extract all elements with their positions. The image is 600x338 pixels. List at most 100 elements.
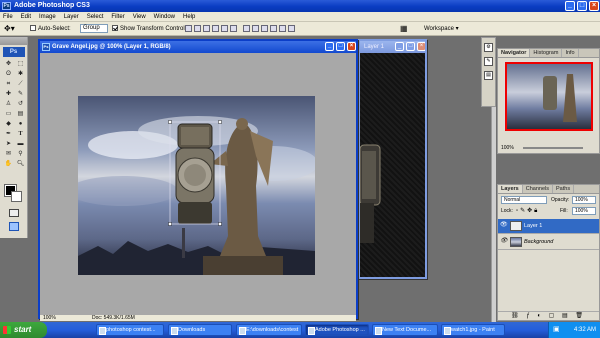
lock-icons[interactable]: ▫✎✥🔒︎ [516,207,539,215]
layers-panel-footer-buttons[interactable]: ⛓ ƒ ◐ ▢ ▤ 🗑︎ [498,311,599,320]
document-window-2[interactable]: Layer 1 _ □ × [358,39,427,279]
menu-filter[interactable]: Filter [111,14,124,20]
taskbar-item-notepad[interactable]: New Text Docume... [372,324,438,336]
clock[interactable]: 4:32 AM [574,327,596,333]
layer-row[interactable]: 👁︎ Background [498,235,599,250]
document-window[interactable]: Ps Grave Angel.jpg @ 100% (Layer 1, RGB/… [38,39,358,321]
document-size-info[interactable]: Doc: 549.3K/1.65M [92,315,135,321]
document-close-button[interactable]: × [347,42,356,51]
eyedropper-tool-icon[interactable]: ⚲ [15,150,26,159]
tab-layers[interactable]: Layers [498,185,523,193]
magic-wand-tool-icon[interactable]: ✱ [15,70,26,79]
document-2-minimize-button[interactable]: _ [395,42,404,51]
show-transform-checkbox[interactable] [112,25,118,32]
crop-tool-icon[interactable]: ⌗ [3,80,14,89]
align-vcenter-icon[interactable] [194,25,201,32]
blend-mode-dropdown[interactable]: Normal [501,196,547,204]
type-tool-icon[interactable]: T [15,130,26,139]
align-top-icon[interactable] [185,25,192,32]
navigator-zoom[interactable]: 100% [501,145,514,151]
menu-edit[interactable]: Edit [21,14,31,20]
brushes-icon[interactable]: ✎ [484,57,493,66]
gradient-tool-icon[interactable]: ▤ [15,110,26,119]
maximize-button[interactable]: □ [577,1,587,11]
marquee-tool-icon[interactable]: ⬚ [15,60,26,69]
opacity-input[interactable]: 100% [572,196,596,204]
distribute-hcenter-icon[interactable] [279,25,286,32]
dodge-tool-icon[interactable]: ● [15,120,26,129]
menu-select[interactable]: Select [87,14,104,20]
document-2-maximize-button[interactable]: □ [406,42,415,51]
auto-select-dropdown[interactable]: Group [80,24,108,33]
history-icon[interactable]: ▤ [484,71,493,80]
shape-tool-icon[interactable]: ▬ [15,140,26,149]
tool-presets-icon[interactable]: ⚙ [484,43,493,52]
distribute-right-icon[interactable] [288,25,295,32]
path-selection-tool-icon[interactable]: ➤ [3,140,14,149]
distribute-top-icon[interactable] [243,25,250,32]
menu-help[interactable]: Help [183,14,195,20]
background-color-swatch[interactable] [11,191,22,202]
document-title-bar[interactable]: Ps Grave Angel.jpg @ 100% (Layer 1, RGB/… [40,41,356,53]
navigator-zoom-slider[interactable] [523,147,583,149]
auto-select-checkbox[interactable] [30,25,36,32]
canvas-area[interactable] [40,53,356,315]
show-transform-option[interactable]: Show Transform Controls [112,25,188,33]
minimize-button[interactable]: _ [565,1,575,11]
start-button[interactable]: start [0,322,47,338]
taskbar-item-paint[interactable]: watch1.jpg - Paint [441,324,505,336]
document-maximize-button[interactable]: □ [336,42,345,51]
grave-angel-photo[interactable] [78,96,315,275]
healing-brush-tool-icon[interactable]: ✚ [3,90,14,99]
auto-select-option[interactable]: Auto-Select: [30,25,71,33]
taskbar-item-explorer-contest[interactable]: E:\downloads\contest [236,324,302,336]
tab-channels[interactable]: Channels [522,185,553,193]
taskbar-item-downloads[interactable]: Downloads [168,324,232,336]
lasso-tool-icon[interactable]: ʘ [3,70,14,79]
taskbar-item-photoshop[interactable]: Adobe Photoshop ... [305,324,369,336]
quick-mask-icon[interactable] [9,209,19,217]
clone-stamp-tool-icon[interactable]: ♙ [3,100,14,109]
menu-image[interactable]: Image [39,14,56,20]
navigator-thumbnail[interactable] [504,61,593,131]
brush-tool-icon[interactable]: ✎ [15,90,26,99]
notes-tool-icon[interactable]: ✉ [3,150,14,159]
taskbar-item-photoshop-contest[interactable]: photoshop contest... [96,324,164,336]
zoom-tool-icon[interactable]: 🔍︎ [15,160,26,169]
move-tool-icon[interactable]: ✥ [3,60,14,69]
distribute-vcenter-icon[interactable] [252,25,259,32]
document-minimize-button[interactable]: _ [325,42,334,51]
layer-row[interactable]: 👁︎ Layer 1 [498,219,599,234]
visibility-eye-icon[interactable]: 👁︎ [500,222,508,229]
align-hcenter-icon[interactable] [221,25,228,32]
eraser-tool-icon[interactable]: ▭ [3,110,14,119]
align-bottom-icon[interactable] [203,25,210,32]
screen-mode-icon[interactable] [9,222,19,231]
zoom-level[interactable]: 100% [43,315,56,321]
toolbox-grip[interactable] [0,37,27,45]
workspace-button[interactable]: Workspace ▾ [424,25,459,33]
menu-window[interactable]: Window [154,14,175,20]
blur-tool-icon[interactable]: ◆ [3,120,14,129]
tab-info[interactable]: Info [562,49,579,57]
pen-tool-icon[interactable]: ✒ [3,130,14,139]
slice-tool-icon[interactable]: ⟋ [15,80,26,89]
move-tool-icon[interactable]: ✥▾ [4,25,15,33]
document-2-close-button[interactable]: × [417,42,425,51]
close-button[interactable]: × [589,1,599,11]
tab-paths[interactable]: Paths [553,185,575,193]
workspace-icon[interactable]: ▦ [400,25,408,33]
fill-input[interactable]: 100% [572,207,596,215]
photoshop-logo[interactable]: Ps [2,47,25,57]
navigator-view-box[interactable] [505,62,593,131]
align-left-icon[interactable] [212,25,219,32]
menu-file[interactable]: File [3,14,13,20]
tray-network-icon[interactable]: ▣ [553,322,560,338]
hand-tool-icon[interactable]: ✋ [3,160,14,169]
align-right-icon[interactable] [230,25,237,32]
menu-layer[interactable]: Layer [64,14,79,20]
tab-histogram[interactable]: Histogram [530,49,563,57]
document-2-title-bar[interactable]: Layer 1 _ □ × [360,41,425,53]
distribute-left-icon[interactable] [270,25,277,32]
menu-view[interactable]: View [133,14,146,20]
